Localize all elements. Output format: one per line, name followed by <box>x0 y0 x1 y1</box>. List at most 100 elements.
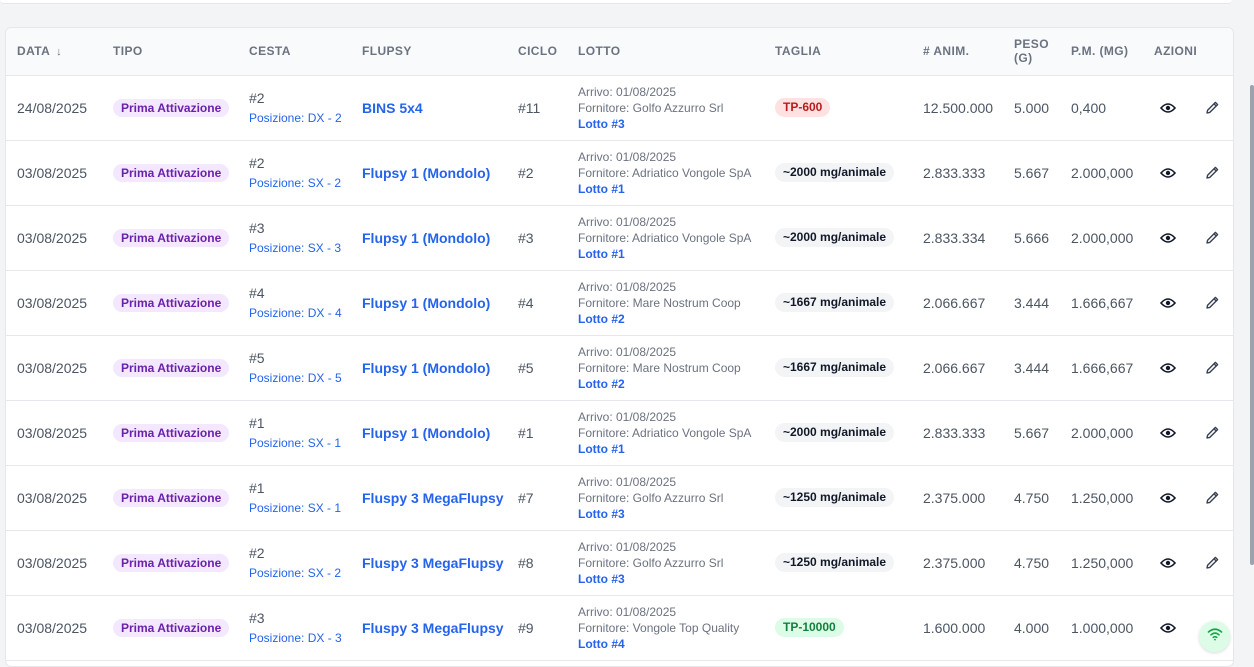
cell-flupsy: Fluspy 3 MegaFlupsy <box>351 595 507 660</box>
taglia-badge: ~2000 mg/animale <box>775 423 895 442</box>
lotto-fornitore: Fornitore: Mare Nostrum Coop <box>578 295 741 310</box>
flupsy-link[interactable]: Flupsy 1 (Mondolo) <box>362 165 490 181</box>
cesta-number: #4 <box>249 284 265 301</box>
cell-data: 03/08/2025 <box>17 489 88 506</box>
cesta-number: #2 <box>249 544 265 561</box>
table-row[interactable]: 03/08/2025 Prima Attivazione #1 Posizione: … <box>6 400 1233 465</box>
cesta-position: Posizione: SX - 3 <box>249 240 342 255</box>
header-azioni: AZIONI <box>1154 44 1198 59</box>
tipo-badge: Prima Attivazione <box>113 358 230 377</box>
cell-lotto: Arrivo: 01/08/2025 Fornitore: Golfo Azzur… <box>567 75 764 140</box>
cell-tipo: Prima Attivazione <box>102 75 238 140</box>
lotto-link[interactable]: Lotto #2 <box>578 376 764 392</box>
pencil-icon[interactable] <box>1200 356 1224 380</box>
tipo-badge: Prima Attivazione <box>113 163 230 182</box>
header-peso: PESO (G) <box>1014 37 1049 66</box>
lotto-link[interactable]: Lotto #1 <box>578 246 764 262</box>
lotto-arrivo: Arrivo: 01/08/2025 <box>578 279 677 294</box>
connection-status-button[interactable] <box>1199 621 1230 652</box>
cell-data: 03/08/2025 <box>17 619 88 636</box>
pencil-icon[interactable] <box>1200 226 1224 250</box>
table-row[interactable]: 03/08/2025 Prima Attivazione #4 Posizione: … <box>6 270 1233 335</box>
cell-anim: 2.833.333 <box>923 164 986 181</box>
table-row[interactable]: 03/08/2025 Prima Attivazione #3 Posizione: … <box>6 205 1233 270</box>
eye-icon[interactable] <box>1156 161 1180 185</box>
eye-icon[interactable] <box>1156 551 1180 575</box>
flupsy-link[interactable]: Flupsy 1 (Mondolo) <box>362 425 490 441</box>
taglia-badge: ~1250 mg/animale <box>775 553 895 572</box>
cell-azioni <box>1143 335 1233 400</box>
cell-pm: 1.250,000 <box>1071 489 1134 506</box>
cesta-number: #3 <box>249 219 265 236</box>
table-row[interactable]: 24/08/2025 Prima Attivazione #2 Posizione: … <box>6 75 1233 140</box>
cell-anim: 2.375.000 <box>923 489 986 506</box>
eye-icon[interactable] <box>1156 486 1180 510</box>
flupsy-link[interactable]: Flupsy 1 (Mondolo) <box>362 360 490 376</box>
cell-lotto: Arrivo: 01/08/2025 Fornitore: Adriatico V… <box>567 400 764 465</box>
cell-lotto: Arrivo: 01/08/2025 Fornitore: Mare Nostru… <box>567 270 764 335</box>
pencil-icon[interactable] <box>1200 421 1224 445</box>
header-data[interactable]: DATA ↓ <box>6 28 102 75</box>
lotto-link[interactable]: Lotto #1 <box>578 181 764 197</box>
cell-lotto: Arrivo: 01/08/2025 Fornitore: Mare Nostru… <box>567 335 764 400</box>
lotto-fornitore: Fornitore: Mare Nostrum Coop <box>578 360 741 375</box>
eye-icon[interactable] <box>1156 96 1180 120</box>
cell-flupsy: Fluspy 3 MegaFlupsy <box>351 530 507 595</box>
eye-icon[interactable] <box>1156 226 1180 250</box>
cell-anim: 2.833.333 <box>923 424 986 441</box>
lotto-link[interactable]: Lotto #4 <box>578 636 764 652</box>
cell-taglia: ~1667 mg/animale <box>764 270 912 335</box>
tipo-badge: Prima Attivazione <box>113 423 230 442</box>
taglia-badge: TP-10000 <box>775 618 844 637</box>
cell-cesta: #2 Posizione: SX - 2 <box>238 530 351 595</box>
table-row[interactable]: 03/08/2025 Prima Attivazione #1 Posizione: … <box>6 465 1233 530</box>
lotto-fornitore: Fornitore: Golfo Azzurro Srl <box>578 555 724 570</box>
lotto-link[interactable]: Lotto #3 <box>578 116 764 132</box>
eye-icon[interactable] <box>1156 616 1180 640</box>
lotto-arrivo: Arrivo: 01/08/2025 <box>578 84 677 99</box>
table-row[interactable]: 03/08/2025 Prima Attivazione #5 Posizione: … <box>6 335 1233 400</box>
cell-azioni <box>1143 205 1233 270</box>
lotto-link[interactable]: Lotto #3 <box>578 506 764 522</box>
taglia-badge: ~1667 mg/animale <box>775 358 895 377</box>
flupsy-link[interactable]: Flupsy 1 (Mondolo) <box>362 295 490 311</box>
flupsy-link[interactable]: Fluspy 3 MegaFlupsy <box>362 555 504 571</box>
lotto-link[interactable]: Lotto #3 <box>578 571 764 587</box>
cesta-position: Posizione: DX - 2 <box>249 110 342 125</box>
pencil-icon[interactable] <box>1200 161 1224 185</box>
pencil-icon[interactable] <box>1200 96 1224 120</box>
lotto-fornitore: Fornitore: Adriatico Vongole SpA <box>578 230 752 245</box>
pencil-icon[interactable] <box>1200 291 1224 315</box>
cesta-number: #2 <box>249 89 265 106</box>
cell-taglia: ~1250 mg/animale <box>764 530 912 595</box>
cell-azioni <box>1143 270 1233 335</box>
cesta-number: #1 <box>249 414 265 431</box>
cesta-position: Posizione: SX - 2 <box>249 175 342 190</box>
header-flupsy: FLUPSY <box>362 44 412 59</box>
table-row[interactable]: 03/08/2025 Prima Attivazione #3 Posizione: … <box>6 595 1233 660</box>
flupsy-link[interactable]: Fluspy 3 MegaFlupsy <box>362 620 504 636</box>
pencil-icon[interactable] <box>1200 551 1224 575</box>
cell-taglia: TP-10000 <box>764 595 912 660</box>
cell-ciclo: #1 <box>518 424 534 441</box>
lotto-arrivo: Arrivo: 01/08/2025 <box>578 409 677 424</box>
sort-down-icon[interactable]: ↓ <box>56 46 62 58</box>
lotto-link[interactable]: Lotto #1 <box>578 441 764 457</box>
cesta-number: #5 <box>249 349 265 366</box>
pencil-icon[interactable] <box>1200 486 1224 510</box>
flupsy-link[interactable]: Fluspy 3 MegaFlupsy <box>362 490 504 506</box>
table-row[interactable]: 03/08/2025 Prima Attivazione #2 Posizione: … <box>6 140 1233 205</box>
eye-icon[interactable] <box>1156 356 1180 380</box>
taglia-badge: TP-600 <box>775 98 831 117</box>
flupsy-link[interactable]: BINS 5x4 <box>362 100 423 116</box>
flupsy-link[interactable]: Flupsy 1 (Mondolo) <box>362 230 490 246</box>
cell-azioni <box>1143 530 1233 595</box>
page-scrollbar[interactable] <box>1250 85 1254 565</box>
cell-flupsy: Flupsy 1 (Mondolo) <box>351 335 507 400</box>
table-row[interactable]: 03/08/2025 Prima Attivazione #2 Posizione: … <box>6 530 1233 595</box>
eye-icon[interactable] <box>1156 291 1180 315</box>
eye-icon[interactable] <box>1156 421 1180 445</box>
lotto-link[interactable]: Lotto #2 <box>578 311 764 327</box>
cell-taglia: TP-600 <box>764 75 912 140</box>
header-anim: # ANIM. <box>923 44 970 59</box>
